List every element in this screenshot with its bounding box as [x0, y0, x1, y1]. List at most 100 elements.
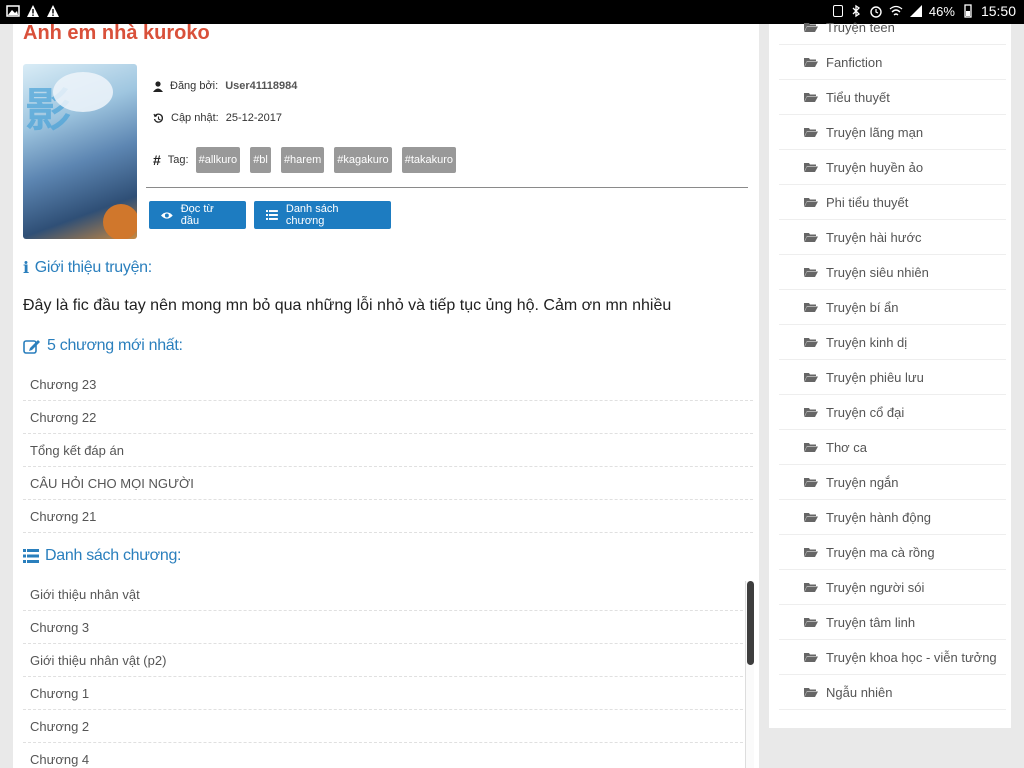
read-from-start-label: Đọc từ đầu — [180, 203, 214, 227]
tag-chip[interactable]: #bl — [250, 147, 271, 173]
intro-heading-text: Giới thiệu truyện: — [34, 258, 152, 276]
story-cover-image[interactable]: 影 — [23, 64, 137, 239]
updated-date: 25-12-2017 — [225, 112, 282, 124]
updated-label: Cập nhật: — [171, 112, 219, 124]
chapter-item[interactable]: Tổng kết đáp án — [23, 434, 753, 467]
edit-icon — [23, 340, 40, 354]
category-item[interactable]: Truyện lãng mạn — [779, 115, 1006, 150]
category-item[interactable]: Truyện ma cà rồng — [779, 535, 1006, 570]
category-label: Truyện ma cà rồng — [826, 544, 935, 560]
author-label: Đăng bởi: — [170, 80, 219, 92]
folder-open-icon — [804, 478, 818, 487]
category-item[interactable]: Truyện huyền ảo — [779, 150, 1006, 185]
category-item[interactable]: Truyện tâm linh — [779, 605, 1006, 640]
folder-open-icon — [804, 93, 818, 102]
read-from-start-button[interactable]: Đọc từ đầu — [149, 201, 246, 229]
folder-open-icon — [804, 58, 818, 67]
chapter-list-heading-text: Danh sách chương: — [45, 547, 182, 564]
category-label: Truyện huyền ảo — [826, 159, 924, 175]
folder-open-icon — [804, 618, 818, 627]
tag-chip[interactable]: #kagakuro — [334, 147, 392, 173]
scrollbar-thumb[interactable] — [747, 581, 754, 665]
category-item[interactable]: Truyện kinh dị — [779, 325, 1006, 360]
category-label: Truyện hài hước — [826, 229, 922, 245]
category-item[interactable]: Truyện bí ẩn — [779, 290, 1006, 325]
chapter-item[interactable]: Giới thiệu nhân vật — [23, 578, 753, 611]
category-label: Truyện siêu nhiên — [826, 264, 929, 280]
category-label: Truyện lãng mạn — [826, 124, 924, 140]
category-item[interactable]: Truyện cổ đại — [779, 395, 1006, 430]
category-item[interactable]: Truyện người sói — [779, 570, 1006, 605]
latest-chapters-heading-text: 5 chương mới nhất: — [47, 337, 183, 354]
image-notification-icon — [6, 5, 20, 17]
chapter-item[interactable]: Chương 1 — [23, 677, 753, 710]
info-icon: i — [23, 258, 29, 277]
chapter-item[interactable]: Chương 21 — [23, 500, 753, 533]
category-item[interactable]: Truyện hành động — [779, 500, 1006, 535]
category-item[interactable]: Truyện siêu nhiên — [779, 255, 1006, 290]
category-item[interactable]: Truyện hài hước — [779, 220, 1006, 255]
warning-icon — [27, 5, 39, 17]
hashtag-icon: # — [153, 152, 161, 168]
folder-open-icon — [804, 373, 818, 382]
chapter-item[interactable]: Chương 23 — [23, 368, 753, 401]
author-row: Đăng bởi: User41118984 — [153, 78, 297, 94]
chapter-item[interactable]: CÂU HỎI CHO MỌI NGƯỜI — [23, 467, 753, 500]
chapter-item[interactable]: Chương 3 — [23, 611, 753, 644]
folder-open-icon — [804, 23, 818, 32]
category-label: Ngẫu nhiên — [826, 684, 893, 700]
category-item[interactable]: Ngẫu nhiên — [779, 675, 1006, 710]
category-label: Truyện ngắn — [826, 474, 899, 490]
category-item[interactable]: Fanfiction — [779, 45, 1006, 80]
category-label: Thơ ca — [826, 439, 868, 455]
meta-divider — [146, 187, 748, 188]
folder-open-icon — [804, 303, 818, 312]
folder-open-icon — [804, 548, 818, 557]
folder-open-icon — [804, 163, 818, 172]
story-panel: Anh em nhà kuroko 影 Đăng bởi: User411189… — [13, 24, 759, 768]
list-icon — [23, 549, 39, 563]
chapter-item[interactable]: Chương 22 — [23, 401, 753, 434]
category-item[interactable]: Truyện ngắn — [779, 465, 1006, 500]
author-name[interactable]: User41118984 — [225, 80, 297, 92]
category-label: Truyện hành động — [826, 509, 932, 525]
folder-open-icon — [804, 583, 818, 592]
chapter-list-label: Danh sách chương — [285, 203, 339, 227]
category-label: Phi tiểu thuyết — [826, 194, 909, 210]
category-label: Tiểu thuyết — [826, 89, 890, 105]
category-item[interactable]: Truyện teen — [779, 10, 1006, 45]
chapter-list-button[interactable]: Danh sách chương — [254, 201, 391, 229]
category-label: Fanfiction — [826, 54, 883, 70]
category-item[interactable]: Phi tiểu thuyết — [779, 185, 1006, 220]
latest-chapters-list: Chương 23 Chương 22 Tổng kết đáp án CÂU … — [23, 368, 753, 533]
category-label: Truyện bí ẩn — [826, 299, 899, 315]
category-label: Truyện tâm linh — [826, 614, 916, 630]
category-label: Truyện khoa học - viễn tưởng — [826, 649, 997, 665]
tag-label: Tag: — [167, 154, 189, 166]
chapter-item[interactable]: Giới thiệu nhân vật (p2) — [23, 644, 753, 677]
chapter-item[interactable]: Chương 2 — [23, 710, 753, 743]
category-list: Truyện teen Fanfiction Tiểu thuyết Truyện l… — [769, 10, 1011, 710]
story-meta: Đăng bởi: User41118984 Cập nhật: 25-12-2… — [153, 78, 457, 173]
folder-open-icon — [804, 443, 818, 452]
category-label: Truyện người sói — [826, 579, 925, 595]
chapter-list-scrollbar[interactable] — [745, 581, 754, 768]
eye-icon — [161, 211, 173, 219]
tag-chip[interactable]: #allkuro — [195, 147, 241, 173]
folder-open-icon — [804, 513, 818, 522]
folder-open-icon — [804, 268, 818, 277]
folder-open-icon — [804, 198, 818, 207]
folder-open-icon — [804, 338, 818, 347]
folder-open-icon — [804, 688, 818, 697]
tag-chip[interactable]: #harem — [280, 147, 325, 173]
chapter-item[interactable]: Chương 4 — [23, 743, 753, 768]
category-item[interactable]: Tiểu thuyết — [779, 80, 1006, 115]
folder-open-icon — [804, 653, 818, 662]
category-label: Truyện cổ đại — [826, 404, 905, 420]
category-item[interactable]: Truyện phiêu lưu — [779, 360, 1006, 395]
intro-heading: i Giới thiệu truyện: — [23, 258, 152, 277]
intro-text: Đây là fic đầu tay nên mong mn bỏ qua nh… — [23, 297, 672, 314]
category-item[interactable]: Truyện khoa học - viễn tưởng — [779, 640, 1006, 675]
tag-chip[interactable]: #takakuro — [401, 147, 457, 173]
category-item[interactable]: Thơ ca — [779, 430, 1006, 465]
